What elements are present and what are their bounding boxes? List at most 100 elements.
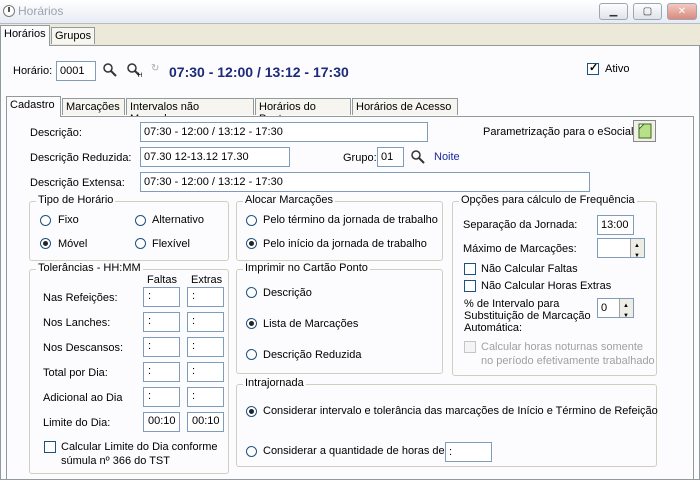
- intra-hours-input[interactable]: :: [445, 442, 492, 462]
- radio-fixo-label: Fixo: [58, 214, 79, 226]
- intervalo-spinner[interactable]: [619, 299, 633, 317]
- radio-imp-descricao[interactable]: [246, 287, 257, 298]
- intervalo-value: 0: [601, 302, 608, 314]
- nao-calc-faltas-checkbox[interactable]: [464, 263, 476, 275]
- tol-extras-input[interactable]: :: [187, 387, 224, 407]
- document-icon: [638, 123, 652, 139]
- title-bar: Horários ▁ ▢ ✕: [0, 0, 700, 24]
- noturnas-label: Calcular horas noturnas somente no perío…: [481, 341, 655, 367]
- descricao-input[interactable]: 07:30 - 12:00 / 13:12 - 17:30: [140, 122, 428, 142]
- radio-imp-lista-label: Lista de Marcações: [263, 318, 359, 330]
- tol-row-label: Limite do Dia:: [43, 417, 111, 429]
- nao-calc-extras-label: Não Calcular Horas Extras: [481, 280, 612, 292]
- esocial-label: Parametrização para o eSocial:: [483, 126, 637, 138]
- radio-imp-lista[interactable]: [246, 318, 257, 329]
- separacao-input[interactable]: 13:00: [597, 215, 634, 235]
- tol-faltas-input[interactable]: :: [143, 337, 180, 357]
- radio-alternativo-label: Alternativo: [152, 214, 204, 226]
- close-button[interactable]: ✕: [667, 3, 697, 20]
- tol-faltas-input[interactable]: :: [143, 362, 180, 382]
- schedule-display: 07:30 - 12:00 / 13:12 - 17:30: [169, 64, 349, 80]
- ativo-label: Ativo: [605, 63, 630, 75]
- tol-row-label: Nos Descansos:: [43, 342, 124, 354]
- tol-faltas-input[interactable]: :: [143, 287, 180, 307]
- radio-movel-label: Móvel: [58, 238, 88, 250]
- tol-faltas-input[interactable]: :: [143, 312, 180, 332]
- tol-faltas-input[interactable]: 00:10: [143, 412, 180, 432]
- maximo-spinner[interactable]: [630, 239, 644, 257]
- radio-intra-option2[interactable]: [246, 446, 257, 457]
- alocar-title: Alocar Marcações: [243, 194, 336, 206]
- opcoes-title: Opções para cálculo de Frequência: [459, 194, 637, 206]
- radio-movel[interactable]: [40, 238, 51, 249]
- descricao-extensa-label: Descrição Extensa:: [30, 177, 125, 189]
- radio-fixo[interactable]: [40, 215, 51, 226]
- tol-extras-input[interactable]: 00:10: [187, 412, 224, 432]
- horario-label: Horário:: [13, 65, 53, 77]
- tab-horarios[interactable]: Horários: [0, 25, 50, 46]
- maximize-button[interactable]: ▢: [633, 3, 662, 20]
- intervalo-label: % de Intervalo para Substituição de Marc…: [464, 298, 591, 334]
- tol-extras-input[interactable]: :: [187, 362, 224, 382]
- grupo-input[interactable]: 01: [377, 147, 404, 167]
- radio-imp-descricao-label: Descrição: [263, 287, 312, 299]
- tol-row-label: Nas Refeições:: [43, 292, 118, 304]
- tol-row-label: Nos Lanches:: [43, 317, 111, 329]
- alocar-group: Alocar Marcações: [236, 194, 443, 261]
- descricao-reduzida-input[interactable]: 07.30 12-13.12 17.30: [140, 147, 290, 167]
- tab-horarios-acesso[interactable]: Horários de Acesso: [352, 98, 458, 115]
- radio-intra-option2-label: Considerar a quantidade de horas de: [263, 445, 445, 457]
- nao-calc-extras-checkbox[interactable]: [464, 280, 476, 292]
- advanced-search-icon[interactable]: H: [126, 62, 144, 78]
- svg-text:H: H: [138, 73, 142, 78]
- radio-termino[interactable]: [246, 215, 257, 226]
- maximo-input[interactable]: [597, 238, 645, 258]
- intervalo-input[interactable]: 0: [597, 298, 634, 318]
- tab-marcacoes[interactable]: Marcações: [62, 98, 125, 115]
- grupo-label: Grupo:: [343, 152, 377, 164]
- search-icon[interactable]: [102, 62, 118, 78]
- radio-termino-label: Pelo término da jornada de trabalho: [263, 214, 438, 226]
- separacao-label: Separação da Jornada:: [463, 219, 578, 231]
- descricao-extensa-input[interactable]: 07:30 - 12:00 / 13:12 - 17:30: [140, 172, 590, 192]
- radio-alternativo[interactable]: [135, 215, 146, 226]
- tol-extras-input[interactable]: :: [187, 337, 224, 357]
- tab-intervalos[interactable]: Intervalos não Marcados: [126, 98, 254, 125]
- app-icon: [3, 5, 15, 17]
- radio-inicio-label: Pelo início da jornada de trabalho: [263, 238, 427, 250]
- imprimir-title: Imprimir no Cartão Ponto: [243, 262, 370, 274]
- refresh-icon[interactable]: ↻: [151, 63, 159, 74]
- calc-limite-checkbox[interactable]: [44, 441, 56, 453]
- radio-flexivel[interactable]: [135, 238, 146, 249]
- tolerancias-title: Tolerâncias - HH:MM: [36, 262, 143, 274]
- col-extras: Extras: [191, 274, 223, 286]
- tipo-horario-title: Tipo de Horário: [36, 194, 116, 206]
- tol-row-label: Total por Dia:: [43, 367, 108, 379]
- tab-horarios-ponto[interactable]: Horários do Ponto: [255, 98, 351, 125]
- window-title: Horários: [18, 4, 64, 18]
- tipo-horario-group: Tipo de Horário: [29, 194, 229, 261]
- tol-extras-input[interactable]: :: [187, 287, 224, 307]
- grupo-name: Noite: [434, 151, 460, 163]
- radio-flexivel-label: Flexível: [152, 238, 190, 250]
- esocial-button[interactable]: [633, 120, 656, 142]
- intrajornada-title: Intrajornada: [243, 377, 306, 389]
- radio-intra-option1-label: Considerar intervalo e tolerância das ma…: [263, 405, 658, 417]
- inner-tabs: Cadastro Marcações Intervalos não Marcad…: [6, 96, 696, 125]
- grupo-search-icon[interactable]: [410, 149, 426, 165]
- tol-extras-input[interactable]: :: [187, 312, 224, 332]
- radio-imp-reduzida[interactable]: [246, 349, 257, 360]
- descricao-reduzida-label: Descrição Reduzida:: [30, 152, 132, 164]
- radio-intra-option1[interactable]: [246, 406, 257, 417]
- tol-row-label: Adicional ao Dia: [43, 392, 123, 404]
- tol-faltas-input[interactable]: :: [143, 387, 180, 407]
- tab-grupos[interactable]: Grupos: [51, 27, 96, 44]
- calc-limite-label: Calcular Limite do Dia conforme súmula n…: [61, 441, 218, 467]
- minimize-button[interactable]: ▁: [599, 3, 628, 20]
- ativo-checkbox[interactable]: [587, 61, 599, 75]
- descricao-label: Descrição:: [30, 127, 82, 139]
- horario-code-input[interactable]: 0001: [56, 61, 96, 81]
- tab-cadastro[interactable]: Cadastro: [6, 96, 61, 117]
- noturnas-checkbox[interactable]: [464, 341, 476, 353]
- radio-inicio[interactable]: [246, 238, 257, 249]
